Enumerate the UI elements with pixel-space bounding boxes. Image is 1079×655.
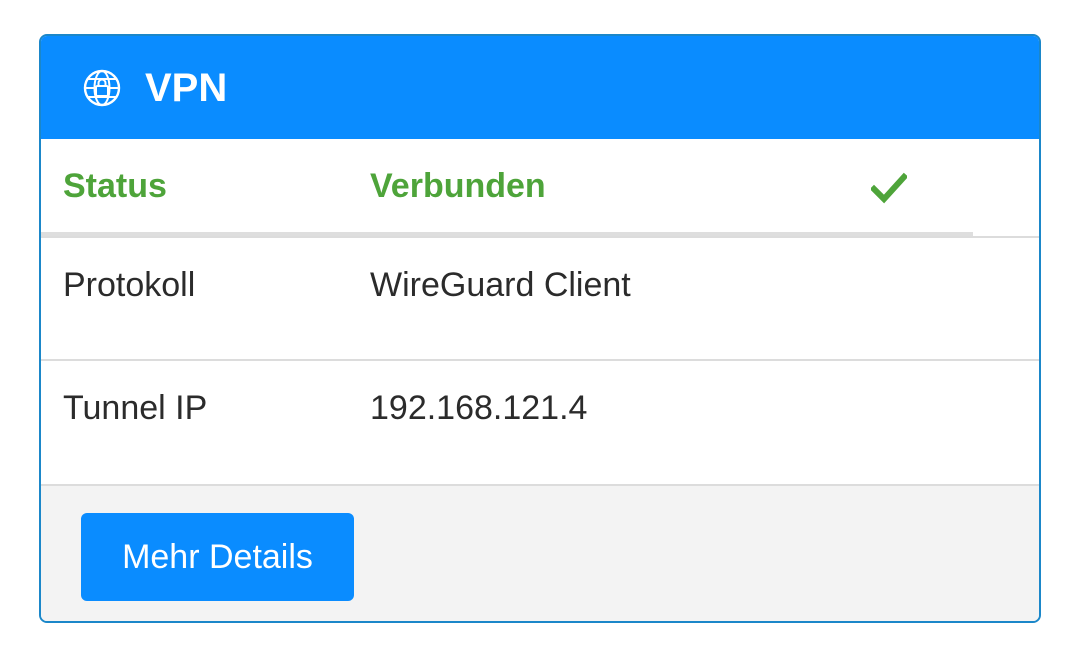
card-header: VPN	[41, 36, 1039, 139]
checkmark-icon	[871, 172, 907, 204]
tunnel-ip-value: 192.168.121.4	[370, 389, 588, 427]
tunnel-ip-label: Tunnel IP	[63, 389, 208, 427]
vpn-card: VPN Status Verbunden Protokoll WireGuard…	[39, 34, 1041, 623]
table-row-status: Status Verbunden	[41, 139, 1039, 239]
table-row-tunnel-ip: Tunnel IP 192.168.121.4	[41, 362, 1039, 484]
protocol-label: Protokoll	[63, 266, 196, 304]
table-row-protocol: Protokoll WireGuard Client	[41, 239, 1039, 361]
row-divider	[41, 359, 1039, 361]
card-title: VPN	[145, 66, 228, 110]
more-details-button[interactable]: Mehr Details	[81, 513, 354, 601]
status-value: Verbunden	[370, 167, 546, 205]
globe-lock-icon	[83, 69, 121, 107]
card-footer: Mehr Details	[41, 484, 1039, 621]
row-divider	[41, 236, 1039, 238]
status-label: Status	[63, 167, 167, 205]
protocol-value: WireGuard Client	[370, 266, 631, 304]
